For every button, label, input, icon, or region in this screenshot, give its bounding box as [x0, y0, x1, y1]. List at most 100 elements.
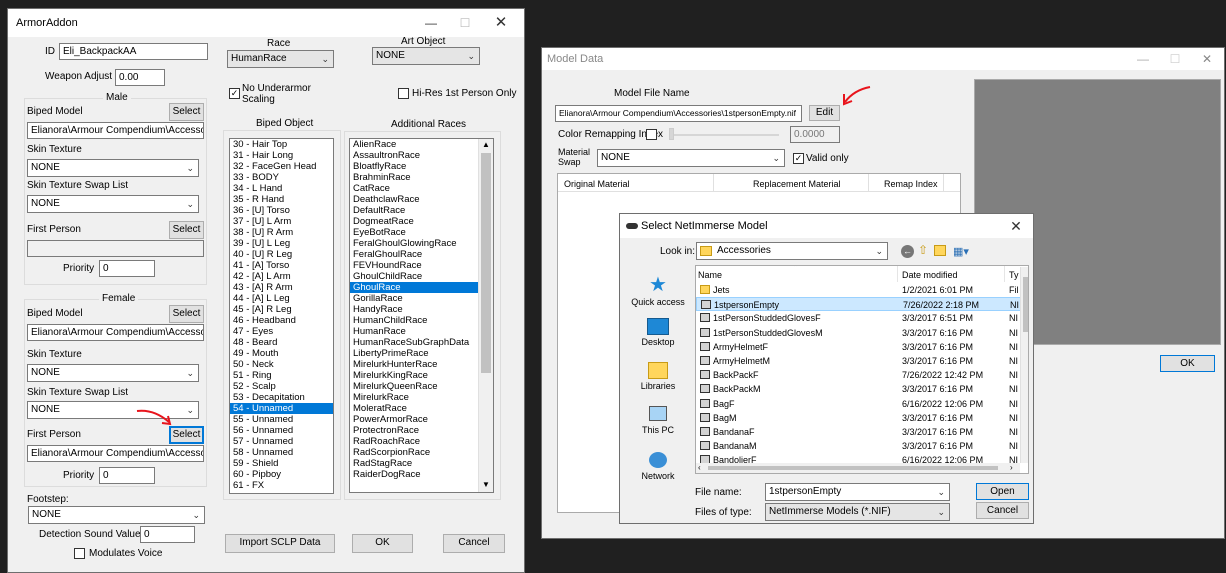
race-item[interactable]: EyeBotRace [350, 227, 478, 238]
race-select[interactable]: HumanRace ⌄ [227, 50, 334, 68]
color-remap-input[interactable]: 0.0000 [790, 126, 840, 143]
file-row[interactable]: BandanaM 3/3/2017 6:16 PM NI [696, 439, 1021, 453]
color-remap-checkbox[interactable] [646, 129, 657, 140]
column-date[interactable]: Date modified [902, 269, 958, 281]
male-biped-model-path[interactable]: Elianora\Armour Compendium\Accessories [27, 122, 204, 139]
race-item[interactable]: CatRace [350, 183, 478, 194]
file-list[interactable]: ⌃ Name Date modified Ty Jets 1/2/2021 6:0… [695, 265, 1029, 474]
no-underarmor-checkbox[interactable]: ✓ [229, 88, 240, 99]
quick-access-place[interactable]: ★ Quick access [627, 272, 689, 310]
race-item[interactable]: MoleratRace [350, 403, 478, 414]
back-icon[interactable]: ← [901, 245, 914, 258]
model-file-name-input[interactable]: Elianora\Armour Compendium\Accessories\1… [555, 105, 802, 122]
biped-object-item[interactable]: 33 - BODY [230, 172, 333, 183]
male-priority-input[interactable]: 0 [99, 260, 155, 277]
biped-object-item[interactable]: 50 - Neck [230, 359, 333, 370]
biped-object-item[interactable]: 43 - [A] R Arm [230, 282, 333, 293]
male-swap-list-select[interactable]: NONE ⌄ [27, 195, 199, 213]
race-item[interactable]: BrahminRace [350, 172, 478, 183]
biped-object-item[interactable]: 59 - Shield [230, 458, 333, 469]
file-row[interactable]: BackPackF 7/26/2022 12:42 PM NI [696, 368, 1021, 382]
armor-ok-button[interactable]: OK [352, 534, 413, 553]
column-type[interactable]: Ty [1009, 269, 1019, 281]
biped-object-item[interactable]: 49 - Mouth [230, 348, 333, 359]
biped-object-item[interactable]: 48 - Beard [230, 337, 333, 348]
column-original-material[interactable]: Original Material [564, 178, 630, 190]
race-item[interactable]: RadScorpionRace [350, 447, 478, 458]
race-item[interactable]: MirelurkHunterRace [350, 359, 478, 370]
race-item[interactable]: RadStagRace [350, 458, 478, 469]
biped-object-item[interactable]: 61 - FX [230, 480, 333, 491]
file-row[interactable]: BackPackM 3/3/2017 6:16 PM NI [696, 382, 1021, 396]
race-item[interactable]: DogmeatRace [350, 216, 478, 227]
biped-object-item[interactable]: 38 - [U] R Arm [230, 227, 333, 238]
minimize-icon[interactable]: — [1128, 49, 1158, 69]
file-row[interactable]: BagF 6/16/2022 12:06 PM NI [696, 397, 1021, 411]
female-priority-input[interactable]: 0 [99, 467, 155, 484]
race-item[interactable]: ProtectronRace [350, 425, 478, 436]
view-menu-icon[interactable]: ▦▾ [953, 245, 969, 258]
race-item[interactable]: FeralGhoulGlowingRace [350, 238, 478, 249]
detection-sound-input[interactable]: 0 [140, 526, 195, 543]
this-pc-place[interactable]: This PC [627, 406, 689, 444]
color-remap-slider[interactable] [669, 134, 779, 136]
up-folder-icon[interactable]: ⇧ [918, 243, 928, 257]
biped-object-item[interactable]: 57 - Unnamed [230, 436, 333, 447]
maximize-icon[interactable]: ☐ [450, 13, 480, 33]
art-object-select[interactable]: NONE ⌄ [372, 47, 480, 65]
hires-checkbox[interactable] [398, 88, 409, 99]
biped-object-item[interactable]: 36 - [U] Torso [230, 205, 333, 216]
female-biped-model-path[interactable]: Elianora\Armour Compendium\Accessories [27, 324, 204, 341]
armor-cancel-button[interactable]: Cancel [443, 534, 505, 553]
race-item[interactable]: FEVHoundRace [350, 260, 478, 271]
race-item[interactable]: HumanRace [350, 326, 478, 337]
file-type-select[interactable]: NetImmerse Models (*.NIF) ⌄ [765, 503, 950, 521]
minimize-icon[interactable]: — [416, 13, 446, 33]
close-icon[interactable]: ✕ [486, 13, 516, 33]
race-item[interactable]: GhoulChildRace [350, 271, 478, 282]
biped-object-item[interactable]: 39 - [U] L Leg [230, 238, 333, 249]
male-first-person-path[interactable] [27, 240, 204, 257]
biped-object-item[interactable]: 51 - Ring [230, 370, 333, 381]
biped-object-item[interactable]: 44 - [A] L Leg [230, 293, 333, 304]
file-row[interactable]: ArmyHelmetF 3/3/2017 6:16 PM NI [696, 340, 1021, 354]
races-scroll-thumb[interactable] [481, 153, 491, 373]
dialog-cancel-button[interactable]: Cancel [976, 502, 1029, 519]
scroll-left-icon[interactable]: ‹ [698, 463, 701, 472]
race-item[interactable]: DefaultRace [350, 205, 478, 216]
id-input[interactable]: Eli_BackpackAA [59, 43, 208, 60]
scroll-right-icon[interactable]: › [1010, 463, 1013, 472]
biped-object-item[interactable]: 40 - [U] R Leg [230, 249, 333, 260]
biped-object-item[interactable]: 60 - Pipboy [230, 469, 333, 480]
file-row[interactable]: BagM 3/3/2017 6:16 PM NI [696, 411, 1021, 425]
close-icon[interactable]: ✕ [1001, 216, 1031, 236]
male-biped-select-button[interactable]: Select [169, 103, 204, 121]
file-row[interactable]: Jets 1/2/2021 6:01 PM Fil [696, 283, 1021, 297]
biped-object-item[interactable]: 34 - L Hand [230, 183, 333, 194]
race-item[interactable]: HumanChildRace [350, 315, 478, 326]
race-item[interactable]: AlienRace [350, 139, 478, 150]
race-item[interactable]: GhoulRace [350, 282, 478, 293]
biped-object-item[interactable]: 47 - Eyes [230, 326, 333, 337]
file-row[interactable]: 1stpersonEmpty 7/26/2022 2:18 PM NI [696, 297, 1021, 312]
color-remap-slider-thumb[interactable] [669, 128, 674, 140]
race-item[interactable]: LibertyPrimeRace [350, 348, 478, 359]
female-first-person-path[interactable]: Elianora\Armour Compendium\Accessories [27, 445, 204, 462]
biped-object-item[interactable]: 35 - R Hand [230, 194, 333, 205]
file-vscrollbar[interactable] [1020, 267, 1028, 463]
file-row[interactable]: ArmyHelmetM 3/3/2017 6:16 PM NI [696, 354, 1021, 368]
file-hscrollbar[interactable]: ‹ › [696, 463, 1020, 473]
material-swap-select[interactable]: NONE ⌄ [597, 149, 785, 167]
race-item[interactable]: RadRoachRace [350, 436, 478, 447]
new-folder-icon[interactable] [934, 245, 946, 256]
weapon-adjust-input[interactable]: 0.00 [115, 69, 165, 86]
biped-object-item[interactable]: 52 - Scalp [230, 381, 333, 392]
file-row[interactable]: 1stPersonStuddedGlovesM 3/3/2017 6:16 PM N… [696, 326, 1021, 340]
valid-only-checkbox[interactable]: ✓ [793, 153, 804, 164]
biped-object-item[interactable]: 56 - Unnamed [230, 425, 333, 436]
footstep-select[interactable]: NONE ⌄ [28, 506, 205, 524]
race-item[interactable]: MirelurkKingRace [350, 370, 478, 381]
races-scrollbar[interactable]: ▲ ▼ [478, 139, 493, 492]
biped-object-item[interactable]: 54 - Unnamed [230, 403, 333, 414]
close-icon[interactable]: ✕ [1192, 49, 1222, 69]
